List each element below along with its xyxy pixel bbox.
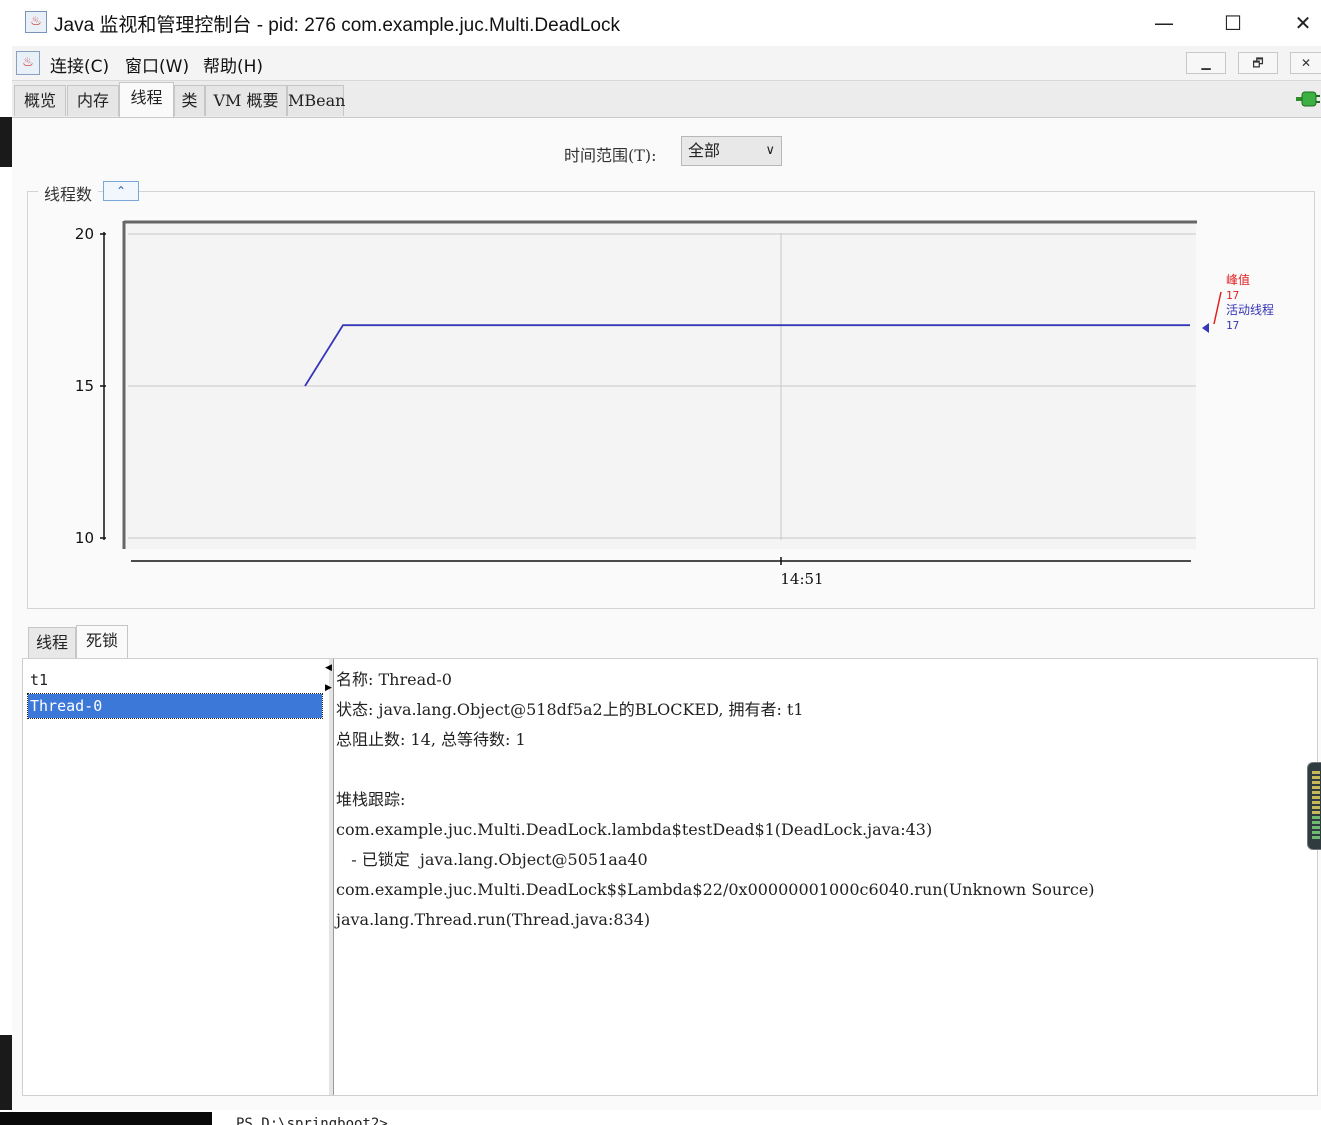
subtab-deadlock[interactable]: 死锁 [76, 625, 128, 659]
meter-bar [1312, 801, 1320, 804]
window-title: Java 监视和管理控制台 - pid: 276 com.example.juc… [54, 15, 620, 36]
meter-bar [1312, 771, 1320, 774]
stack-trace-label: 堆栈跟踪: [336, 790, 406, 809]
java-app-icon[interactable]: ♨ [16, 51, 40, 75]
meter-bar [1312, 791, 1320, 794]
y-tick-label: 20 [75, 225, 94, 243]
threads-content: 时间范围(T): 全部 ∨ 线程数 ⌃ 10 15 20 14:51 峰值 17 活动线程 1… [12, 118, 1321, 1110]
stack-frame-lock: - 已锁定 java.lang.Object@5051aa40 [336, 850, 648, 869]
background-window-edge [0, 1035, 12, 1110]
legend-active-label: 活动线程 [1226, 302, 1274, 317]
x-tick-label: 14:51 [780, 570, 823, 588]
window-close-button[interactable]: ✕ [1268, 0, 1321, 46]
meter-bar [1312, 806, 1320, 809]
time-range-select[interactable]: 全部 ∨ [681, 136, 782, 166]
meter-bar [1312, 816, 1320, 819]
window-minimize-button[interactable]: — [1129, 0, 1199, 46]
taskbar-dark-area [0, 1112, 212, 1125]
thread-name-line: 名称: Thread-0 [336, 670, 452, 689]
legend-peak-marker [1213, 291, 1222, 325]
thread-count-panel: 线程数 ⌃ 10 15 20 14:51 峰值 17 活动线程 17 [27, 181, 1315, 609]
plot-area [125, 221, 1196, 549]
terminal-prompt: PS D:\springboot2> [236, 1116, 388, 1125]
main-tab-bar: 概览 内存 线程 类 VM 概要 MBean [12, 81, 1321, 118]
legend-peak-label: 峰值 [1226, 272, 1250, 287]
thread-detail: 名称: Thread-0 状态: java.lang.Object@518df5… [336, 665, 1311, 1085]
meter-bar [1312, 821, 1320, 824]
menu-help[interactable]: 帮助(H) [203, 52, 263, 77]
meter-bar [1312, 796, 1320, 799]
thread-list[interactable]: t1 Thread-0 [23, 659, 329, 1095]
window-maximize-button[interactable]: ☐ [1198, 0, 1268, 46]
meter-bar [1312, 836, 1320, 839]
y-tick-label: 15 [75, 377, 94, 395]
thread-list-item[interactable]: t1 [28, 668, 322, 692]
menu-connect[interactable]: 连接(C) [50, 52, 109, 77]
menu-bar: ♨ 连接(C) 窗口(W) 帮助(H) ▁ 🗗 ✕ [12, 46, 1321, 81]
deadlock-panel: t1 Thread-0 ◀ ▶ 名称: Thread-0 状态: java.lan… [22, 658, 1318, 1096]
tab-overview[interactable]: 概览 [14, 85, 66, 116]
tab-memory[interactable]: 内存 [67, 85, 119, 116]
meter-bar [1312, 811, 1320, 814]
meter-bar [1312, 831, 1320, 834]
meter-bar [1312, 776, 1320, 779]
thread-count-chart: 10152014:51峰值17活动线程17 [75, 220, 1274, 588]
background-window-edge [0, 117, 12, 167]
split-pane-divider[interactable] [329, 659, 334, 1095]
mdi-minimize-button[interactable]: ▁ [1186, 52, 1226, 74]
meter-bar [1312, 786, 1320, 789]
connection-plug-icon[interactable] [1296, 89, 1320, 109]
legend-peak-value: 17 [1226, 289, 1239, 302]
legend-active-value: 17 [1226, 319, 1239, 332]
tab-vm-summary[interactable]: VM 概要 [205, 85, 287, 116]
split-arrows-icon[interactable]: ◀ ▶ [325, 663, 332, 693]
stack-frame: com.example.juc.Multi.DeadLock.lambda$te… [336, 820, 933, 839]
meter-bar [1312, 826, 1320, 829]
menu-window[interactable]: 窗口(W) [125, 52, 189, 77]
tab-threads[interactable]: 线程 [119, 82, 174, 117]
tab-mbean[interactable]: MBean [287, 85, 345, 116]
thread-state-line: 状态: java.lang.Object@518df5a2上的BLOCKED, … [336, 700, 804, 719]
chevron-down-icon: ∨ [765, 143, 775, 158]
tab-classes[interactable]: 类 [174, 85, 205, 116]
time-range-label: 时间范围(T): [564, 146, 657, 165]
mdi-close-button[interactable]: ✕ [1290, 52, 1321, 74]
stack-frame: java.lang.Thread.run(Thread.java:834) [336, 910, 651, 929]
side-meter-gadget [1307, 762, 1321, 850]
title-bar: ♨ Java 监视和管理控制台 - pid: 276 com.example.j… [12, 0, 1321, 46]
stack-frame: com.example.juc.Multi.DeadLock$$Lambda$2… [336, 880, 1095, 899]
thread-list-item-selected[interactable]: Thread-0 [27, 693, 323, 719]
thread-counts-line: 总阻止数: 14, 总等待数: 1 [336, 730, 526, 749]
java-app-icon: ♨ [25, 11, 47, 33]
meter-bar [1312, 781, 1320, 784]
mdi-restore-button[interactable]: 🗗 [1238, 52, 1278, 74]
subtab-threads[interactable]: 线程 [28, 627, 76, 659]
legend-active-marker [1202, 323, 1209, 333]
time-range-value: 全部 [688, 141, 721, 160]
y-tick-label: 10 [75, 529, 94, 547]
